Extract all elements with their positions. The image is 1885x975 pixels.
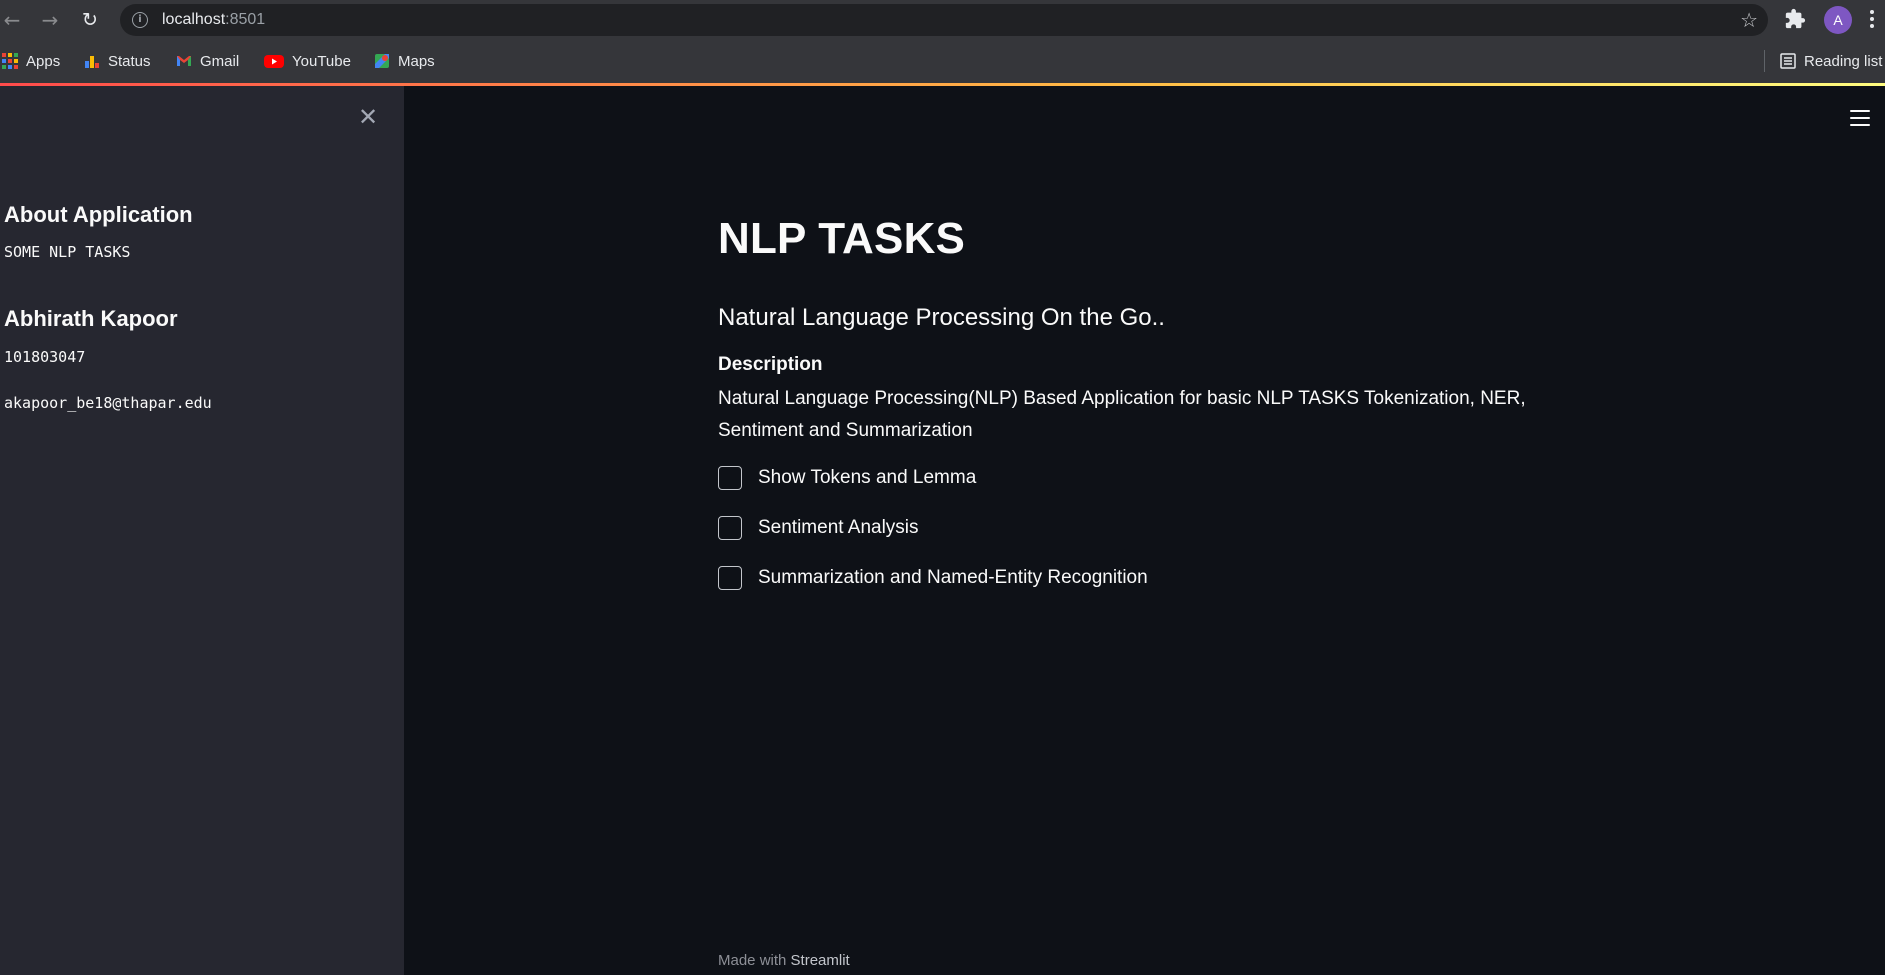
author-email: akapoor_be18@thapar.edu <box>4 394 212 412</box>
browser-menu-icon[interactable] <box>1870 8 1876 30</box>
address-bar[interactable]: i localhost:8501 ☆ <box>120 4 1768 36</box>
site-info-icon[interactable]: i <box>132 12 148 28</box>
footer-prefix: Made with <box>718 952 787 969</box>
checkbox-show-tokens[interactable]: Show Tokens and Lemma <box>718 464 976 492</box>
reading-list-icon <box>1780 53 1796 69</box>
gmail-icon <box>177 56 191 66</box>
bookmark-maps[interactable]: Maps <box>374 50 435 72</box>
reading-list-label: Reading list <box>1804 52 1883 70</box>
checkbox-label: Show Tokens and Lemma <box>758 467 977 488</box>
description-text: Natural Language Processing(NLP) Based A… <box>718 388 1526 441</box>
url-host: localhost <box>162 11 226 28</box>
checkbox-sentiment-analysis[interactable]: Sentiment Analysis <box>718 514 919 542</box>
main-content: NLP TASKS Natural Language Processing On… <box>404 86 1885 975</box>
checkbox-summarization-ner[interactable]: Summarization and Named-Entity Recogniti… <box>718 564 1148 592</box>
status-bar-icon <box>85 56 99 68</box>
footer: Made with Streamlit <box>718 952 850 969</box>
author-name: Abhirath Kapoor <box>4 306 178 331</box>
reload-icon[interactable]: ↻ <box>78 8 102 32</box>
page-subtitle: Natural Language Processing On the Go.. <box>718 304 1165 331</box>
bookmarks-bar: Apps Status Gmail YouTube Maps Reading l… <box>0 40 1885 84</box>
url-port: :8501 <box>225 11 266 28</box>
checkbox-label: Sentiment Analysis <box>758 517 919 538</box>
bookmark-label: Gmail <box>200 52 240 70</box>
bookmarks-divider <box>1764 50 1765 72</box>
page-title: NLP TASKS <box>718 214 966 263</box>
url-text[interactable]: localhost:8501 <box>162 11 265 29</box>
checkbox-box[interactable] <box>718 566 742 590</box>
footer-streamlit-link[interactable]: Streamlit <box>791 952 850 969</box>
bookmark-youtube[interactable]: YouTube <box>264 50 351 72</box>
apps-grid-icon <box>2 53 18 69</box>
checkbox-box[interactable] <box>718 466 742 490</box>
checkbox-label: Summarization and Named-Entity Recogniti… <box>758 567 1148 588</box>
author-id: 101803047 <box>4 348 86 366</box>
bookmark-label: YouTube <box>292 52 351 70</box>
about-heading: About Application <box>4 202 193 227</box>
sidebar: ✕ About Application SOME NLP TASKS Abhir… <box>0 86 404 975</box>
bookmark-label: Apps <box>26 52 61 70</box>
checkbox-box[interactable] <box>718 516 742 540</box>
profile-avatar[interactable]: A <box>1824 6 1852 34</box>
maps-icon <box>375 54 389 68</box>
bookmark-label: Status <box>108 52 151 70</box>
reading-list-button[interactable]: Reading list <box>1780 50 1882 72</box>
bookmark-label: Maps <box>398 52 435 70</box>
description-label: Description <box>718 354 823 375</box>
bookmark-status[interactable]: Status <box>84 50 151 72</box>
close-sidebar-icon[interactable]: ✕ <box>356 105 380 129</box>
extensions-puzzle-icon[interactable] <box>1784 8 1806 30</box>
back-arrow-icon[interactable]: ← <box>0 8 24 32</box>
hamburger-menu-icon[interactable] <box>1850 110 1870 126</box>
youtube-icon <box>264 55 284 68</box>
forward-arrow-icon[interactable]: → <box>38 8 62 32</box>
bookmark-apps[interactable]: Apps <box>2 50 60 72</box>
bookmark-gmail[interactable]: Gmail <box>176 50 239 72</box>
bookmark-star-icon[interactable]: ☆ <box>1740 8 1758 32</box>
about-text: SOME NLP TASKS <box>4 243 131 261</box>
browser-toolbar: ← → ↻ i localhost:8501 ☆ A <box>0 0 1885 40</box>
